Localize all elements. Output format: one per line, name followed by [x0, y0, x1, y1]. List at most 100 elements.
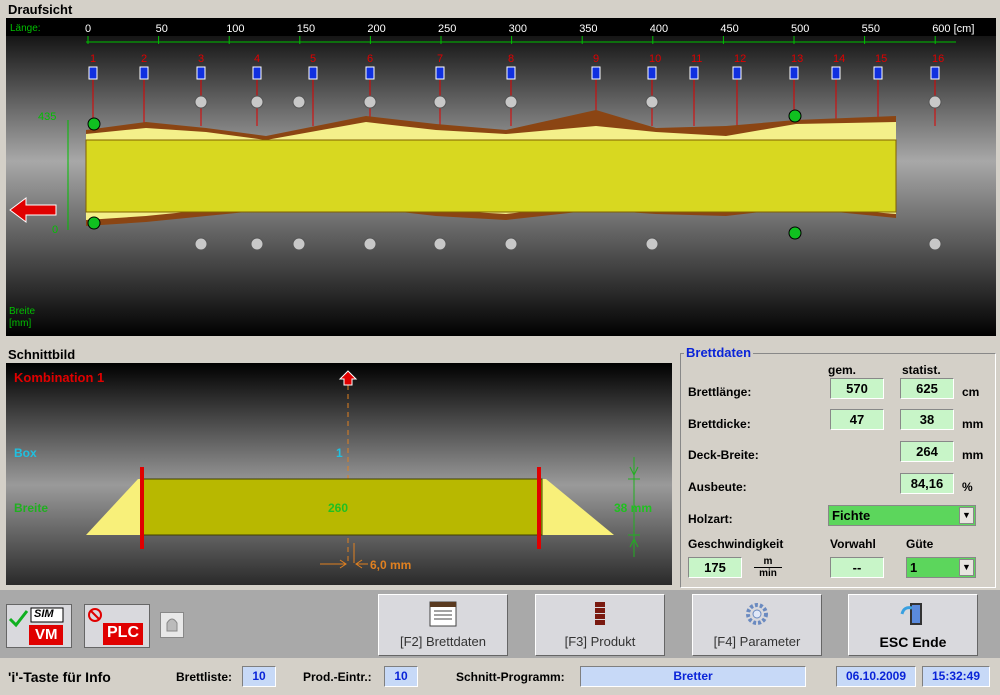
width-label: Breite [9, 306, 36, 317]
quality-label: Güte [906, 537, 934, 551]
roller-bottom [433, 237, 447, 251]
start-marker-top [87, 117, 101, 131]
length-label: Brettlänge: [688, 385, 752, 399]
sensor-marker [647, 66, 657, 80]
thickness-stat-field: 38 [900, 409, 954, 430]
roller-bottom [250, 237, 264, 251]
f4-parameter-button[interactable]: [F4] Parameter [692, 594, 822, 656]
length-measured-field: 570 [830, 378, 884, 399]
combination-label: Kombination 1 [14, 370, 104, 385]
box-value: 1 [336, 446, 343, 460]
speed-unit: m min [754, 556, 782, 579]
roller-top [292, 95, 306, 109]
roller-top [928, 95, 942, 109]
width-row-label: Breite [14, 501, 48, 515]
position-number: 7 [437, 53, 443, 65]
roller-top [194, 95, 208, 109]
yield-field: 84,16 [900, 473, 954, 494]
board-data-icon [429, 601, 457, 627]
board-data-panel: Brettdaten gem. statist. Brettlänge: 570… [680, 345, 996, 588]
yield-unit: % [962, 480, 973, 494]
roller-bottom [363, 237, 377, 251]
position-number: 5 [310, 53, 316, 65]
scale-tick-label: 200 [367, 23, 385, 35]
position-number: 14 [833, 53, 845, 65]
length-unit: cm [962, 385, 980, 399]
sim-label: SIM [34, 608, 54, 620]
gear-icon [746, 603, 768, 625]
sim-vm-indicator[interactable]: SIM VM [6, 604, 72, 648]
sensor-marker [252, 66, 262, 80]
sensor-marker [308, 66, 318, 80]
top-view-canvas: Länge: 0 50 100 150 200 250 300 350 400 450 500 550… [6, 18, 996, 336]
prod-entries-field: 10 [384, 666, 418, 687]
scale-tick-label: 500 [791, 23, 809, 35]
roller-top [433, 95, 447, 109]
sensor-marker [789, 66, 799, 80]
scale-tick-label: 400 [650, 23, 668, 35]
position-number: 1 [90, 53, 96, 65]
start-marker-bottom [87, 216, 101, 230]
info-hint: 'i'-Taste für Info [8, 669, 111, 685]
time-field: 15:32:49 [922, 666, 990, 687]
sensor-marker [365, 66, 375, 80]
position-number: 8 [508, 53, 514, 65]
bell-icon[interactable] [160, 612, 184, 638]
scale-tick-label: 550 [862, 23, 880, 35]
sensor-marker [591, 66, 601, 80]
length-label: Länge: [10, 23, 41, 34]
sensor-marker [689, 66, 699, 80]
board-data-title: Brettdaten [684, 345, 754, 360]
chevron-down-icon[interactable]: ▼ [959, 507, 974, 524]
kerf-value: 6,0 mm [370, 558, 411, 572]
length-stat-field: 625 [900, 378, 954, 399]
top-view-title: Draufsicht [8, 2, 73, 17]
roller-bottom [645, 237, 659, 251]
cut-view-title: Schnittbild [8, 347, 76, 362]
toolbar: SIM VM PLC [F2] Brettdaten [F3] Produkt … [0, 590, 1000, 658]
preselect-label: Vorwahl [830, 537, 876, 551]
scale-tick-label: 450 [720, 23, 738, 35]
scale-tick-label: 350 [579, 23, 597, 35]
wood-type-value: Fichte [832, 508, 871, 523]
position-number: 12 [734, 53, 746, 65]
f2-board-data-button[interactable]: [F2] Brettdaten [378, 594, 508, 656]
roller-bottom [194, 237, 208, 251]
sensor-marker [88, 66, 98, 80]
product-icon [595, 602, 605, 625]
position-number: 4 [254, 53, 260, 65]
scale-tick-label: 100 [226, 23, 244, 35]
sensor-marker [732, 66, 742, 80]
board-list-field: 10 [242, 666, 276, 687]
plc-label: PLC [107, 624, 139, 641]
preselect-field[interactable]: -- [830, 557, 884, 578]
cut-program-label: Schnitt-Programm: [456, 670, 565, 684]
col-measured-label: gem. [828, 363, 857, 377]
esc-exit-button[interactable]: ESC Ende [848, 594, 978, 656]
quality-select[interactable]: 1 ▼ [906, 557, 976, 578]
position-number: 9 [593, 53, 599, 65]
position-number: 10 [649, 53, 661, 65]
width-top-value: 435 [38, 111, 56, 123]
roller-bottom [928, 237, 942, 251]
deck-width-field: 264 [900, 441, 954, 462]
speed-label: Geschwindigkeit [688, 537, 784, 551]
chevron-down-icon[interactable]: ▼ [959, 559, 974, 576]
position-number: 6 [367, 53, 373, 65]
f3-product-button[interactable]: [F3] Produkt [535, 594, 665, 656]
date-field: 06.10.2009 [836, 666, 916, 687]
roller-bottom [292, 237, 306, 251]
sensor-marker [930, 66, 940, 80]
wood-type-label: Holzart: [688, 512, 733, 526]
width-unit: [mm] [9, 318, 31, 329]
width-value: 260 [328, 501, 348, 515]
top-view-svg: Länge: 0 50 100 150 200 250 300 350 400 450 500 550… [6, 18, 996, 336]
deck-width-unit: mm [962, 448, 984, 462]
plc-indicator[interactable]: PLC [84, 604, 150, 648]
scale-tick-label: 50 [156, 23, 168, 35]
prod-entries-label: Prod.-Eintr.: [303, 670, 372, 684]
vm-label: VM [35, 626, 58, 643]
thickness-label: Brettdicke: [688, 417, 751, 431]
wood-type-select[interactable]: Fichte ▼ [828, 505, 976, 526]
roller-top [250, 95, 264, 109]
